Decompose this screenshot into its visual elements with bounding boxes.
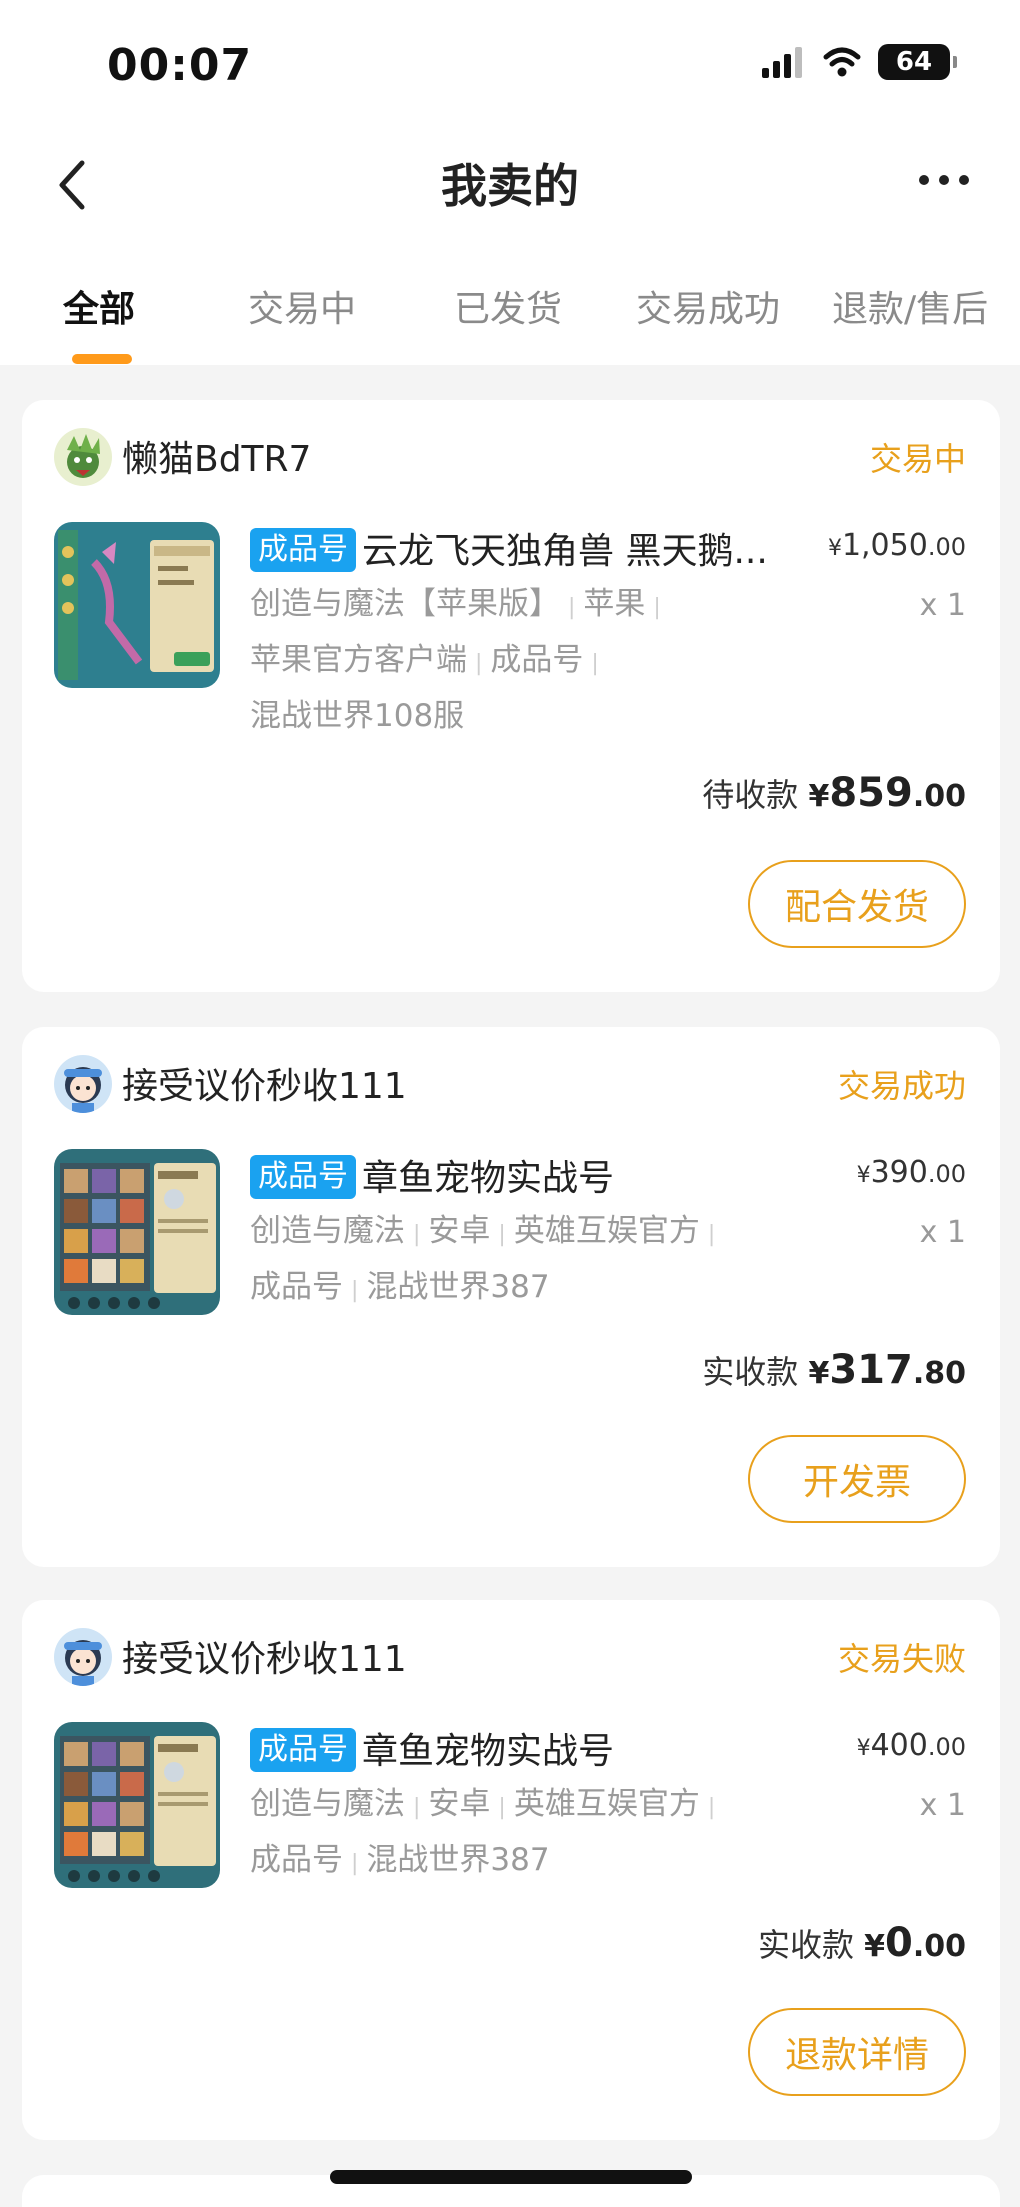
more-icon[interactable] <box>914 160 974 200</box>
product-quantity: x 1 <box>919 588 966 623</box>
tab-refund[interactable]: 退款/售后 <box>832 280 988 332</box>
product-quantity: x 1 <box>919 1788 966 1823</box>
order-card[interactable]: 接受议价秒收111 交易成功 成品号 章鱼宠物实战号 ¥390.00 x 1 创… <box>22 1027 1000 1567</box>
order-card[interactable]: 懒猫BdTR7 交易中 成品号 云龙飞天独角兽 黑天鹅... ¥1,050.00… <box>22 400 1000 992</box>
product-title[interactable]: 章鱼宠物实战号 <box>362 1149 802 1201</box>
battery-icon: 64 <box>878 44 957 80</box>
product-price: ¥400.00 <box>856 1728 966 1763</box>
tab-bar: 全部 交易中 已发货 交易成功 退款/售后 <box>0 270 1020 365</box>
page-title: 我卖的 <box>441 159 579 213</box>
product-description: 创造与魔法 | 安卓 | 英雄互娱官方 | 成品号 | 混战世界387 <box>250 1786 716 1878</box>
signal-icon <box>762 47 802 78</box>
product-thumbnail[interactable] <box>54 522 220 688</box>
avatar <box>54 1055 112 1113</box>
ship-button[interactable]: 配合发货 <box>748 860 966 948</box>
order-status: 交易失败 <box>837 1640 966 1678</box>
product-type-badge: 成品号 <box>250 1155 356 1199</box>
avatar <box>54 1628 112 1686</box>
seller-name[interactable]: 接受议价秒收111 <box>122 1630 407 1682</box>
tab-indicator <box>72 354 132 364</box>
product-type-badge: 成品号 <box>250 1728 356 1772</box>
product-price: ¥1,050.00 <box>827 528 966 563</box>
product-price: ¥390.00 <box>856 1155 966 1190</box>
total-label: 待收款 <box>702 776 799 814</box>
product-description: 创造与魔法 | 安卓 | 英雄互娱官方 | 成品号 | 混战世界387 <box>250 1213 716 1305</box>
tab-completed[interactable]: 交易成功 <box>636 280 780 332</box>
seller-name[interactable]: 懒猫BdTR7 <box>122 430 311 482</box>
header: 00:07 64 我卖的 全部 交易中 已发货 交易成功 退款/售后 <box>0 0 1020 365</box>
product-quantity: x 1 <box>919 1215 966 1250</box>
order-card[interactable]: 接受议价秒收111 交易失败 成品号 章鱼宠物实战号 ¥400.00 x 1 创… <box>22 1600 1000 2140</box>
order-total: 实收款 ¥0.00 <box>758 1920 966 1966</box>
invoice-button[interactable]: 开发票 <box>748 1435 966 1523</box>
total-amount: ¥0.00 <box>864 1920 966 1966</box>
product-thumbnail[interactable] <box>54 1722 220 1888</box>
order-total: 待收款 ¥859.00 <box>702 770 966 816</box>
product-description: 创造与魔法【苹果版】 | 苹果 | 苹果官方客户端 | 成品号 | 混战世界108服 <box>250 586 661 734</box>
total-amount: ¥317.80 <box>808 1347 966 1393</box>
tab-in-progress[interactable]: 交易中 <box>248 280 356 332</box>
total-amount: ¥859.00 <box>808 770 966 816</box>
tab-shipped[interactable]: 已发货 <box>454 280 562 332</box>
refund-details-button[interactable]: 退款详情 <box>748 2008 966 2096</box>
product-thumbnail[interactable] <box>54 1149 220 1315</box>
home-indicator[interactable] <box>330 2170 692 2184</box>
wifi-icon <box>823 47 861 77</box>
order-status: 交易成功 <box>837 1067 966 1105</box>
product-title[interactable]: 章鱼宠物实战号 <box>362 1722 802 1774</box>
product-title[interactable]: 云龙飞天独角兽 黑天鹅... <box>362 522 802 574</box>
status-icons: 64 <box>762 44 957 80</box>
total-label: 实收款 <box>757 1926 854 1964</box>
order-total: 实收款 ¥317.80 <box>702 1347 966 1393</box>
status-time: 00:07 <box>107 40 253 91</box>
tab-all[interactable]: 全部 <box>63 280 135 332</box>
product-type-badge: 成品号 <box>250 528 356 572</box>
total-label: 实收款 <box>702 1353 799 1391</box>
order-status: 交易中 <box>869 440 966 478</box>
seller-name[interactable]: 接受议价秒收111 <box>122 1057 407 1109</box>
avatar <box>54 428 112 486</box>
